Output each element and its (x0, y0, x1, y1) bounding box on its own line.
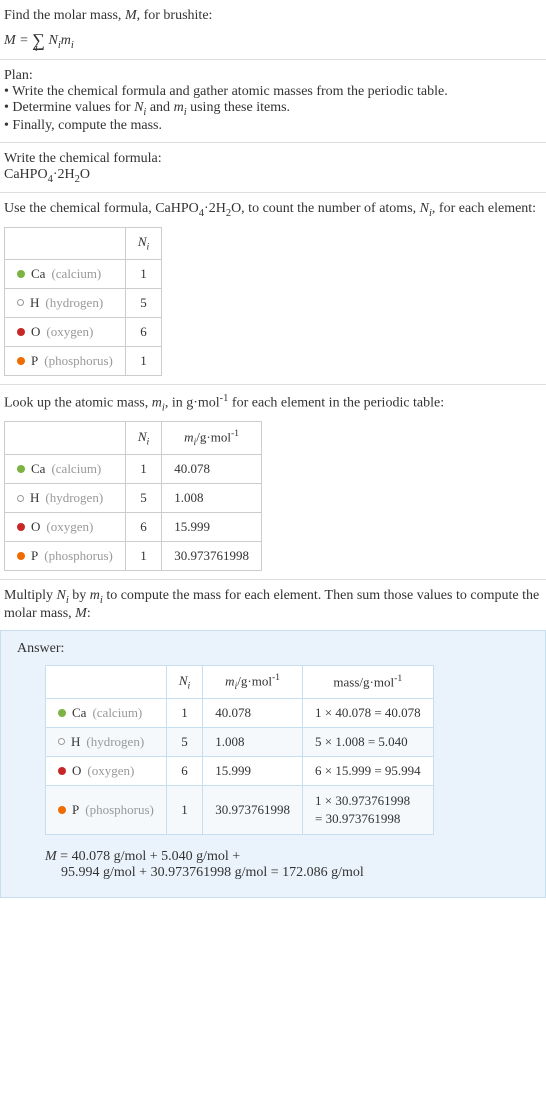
n-value: 5 (125, 288, 161, 317)
atomic-mass-section: Look up the atomic mass, mi, in g·mol-1 … (0, 385, 546, 580)
intro-M: M (125, 8, 137, 23)
n-value: 6 (125, 513, 161, 542)
table-row: H (hydrogen) 5 1.008 5 × 1.008 = 5.040 (46, 727, 434, 756)
dot-icon (17, 270, 25, 278)
element-cell: Ca (calcium) (46, 698, 167, 727)
table-row: O (oxygen) 6 15.999 6 × 15.999 = 95.994 (46, 756, 434, 785)
n-value: 6 (125, 317, 161, 346)
n-value: 1 (166, 698, 202, 727)
plan-heading: Plan: (4, 68, 542, 84)
element-cell: P (phosphorus) (5, 542, 126, 571)
table-header-n: Ni (125, 422, 161, 455)
n-value: 1 (125, 542, 161, 571)
table-header-row: Ni (5, 228, 162, 260)
answer-box: Answer: Ni mi/g·mol-1 mass/g·mol-1 Ca (c… (0, 630, 546, 898)
table-row: H (hydrogen) 5 (5, 288, 162, 317)
multiply-section: Multiply Ni by mi to compute the mass fo… (0, 580, 546, 630)
table-row: P (phosphorus) 1 30.973761998 (5, 542, 262, 571)
table-header-row: Ni mi/g·mol-1 (5, 422, 262, 455)
atomic-mass-table: Ni mi/g·mol-1 Ca (calcium) 1 40.078 H (h… (4, 421, 262, 571)
element-cell: P (phosphorus) (46, 785, 167, 834)
sum-sub: i (35, 43, 38, 54)
m-value: 1.008 (203, 727, 303, 756)
count-atoms-table: Ni Ca (calcium) 1 H (hydrogen) 5 O (oxyg… (4, 227, 162, 376)
table-row: P (phosphorus) 1 30.973761998 1 × 30.973… (46, 785, 434, 834)
dot-icon (17, 523, 25, 531)
plan-bullet-3: • Finally, compute the mass. (4, 118, 542, 134)
dot-icon (58, 806, 66, 814)
element-cell: H (hydrogen) (5, 484, 126, 513)
element-cell: O (oxygen) (5, 317, 126, 346)
intro-section: Find the molar mass, M, for brushite: M … (0, 0, 546, 60)
dot-icon (17, 495, 24, 502)
chemical-formula: CaHPO4·2H2O (4, 167, 542, 185)
table-header-empty (46, 665, 167, 698)
m-value: 40.078 (162, 455, 262, 484)
dot-icon (58, 767, 66, 775)
element-cell: O (oxygen) (5, 513, 126, 542)
plan-bullet-1: • Write the chemical formula and gather … (4, 84, 542, 100)
n-value: 5 (125, 484, 161, 513)
n-value: 1 (125, 346, 161, 375)
table-header-m: mi/g·mol-1 (203, 665, 303, 698)
intro-line: Find the molar mass, M, for brushite: (4, 8, 542, 24)
n-value: 1 (125, 455, 161, 484)
table-header-n: Ni (125, 228, 161, 260)
molar-mass-formula: M = ∑i Nimi (4, 28, 542, 51)
write-formula-heading: Write the chemical formula: (4, 151, 542, 167)
dot-icon (17, 328, 25, 336)
mass-value: 1 × 30.973761998= 30.973761998 (302, 785, 433, 834)
answer-table: Ni mi/g·mol-1 mass/g·mol-1 Ca (calcium) … (45, 665, 434, 835)
table-header-empty (5, 422, 126, 455)
table-row: O (oxygen) 6 (5, 317, 162, 346)
intro-text: Find the molar mass, (4, 8, 125, 23)
element-cell: H (hydrogen) (46, 727, 167, 756)
m-value: 40.078 (203, 698, 303, 727)
element-cell: O (oxygen) (46, 756, 167, 785)
atomic-mass-heading: Look up the atomic mass, mi, in g·mol-1 … (4, 393, 542, 413)
table-header-mass: mass/g·mol-1 (302, 665, 433, 698)
table-header-row: Ni mi/g·mol-1 mass/g·mol-1 (46, 665, 434, 698)
table-row: Ca (calcium) 1 40.078 1 × 40.078 = 40.07… (46, 698, 434, 727)
count-atoms-section: Use the chemical formula, CaHPO4·2H2O, t… (0, 193, 546, 384)
dot-icon (17, 357, 25, 365)
m-value: 15.999 (203, 756, 303, 785)
n-value: 1 (166, 785, 202, 834)
dot-icon (58, 738, 65, 745)
m-value: 1.008 (162, 484, 262, 513)
element-cell: Ca (calcium) (5, 455, 126, 484)
dot-icon (17, 465, 25, 473)
table-row: P (phosphorus) 1 (5, 346, 162, 375)
table-row: Ca (calcium) 1 40.078 (5, 455, 262, 484)
plan-bullet-2: • Determine values for Ni and mi using t… (4, 100, 542, 118)
dot-icon (17, 299, 24, 306)
mass-value: 5 × 1.008 = 5.040 (302, 727, 433, 756)
table-row: O (oxygen) 6 15.999 (5, 513, 262, 542)
mass-value: 1 × 40.078 = 40.078 (302, 698, 433, 727)
intro-text2: , for brushite: (137, 8, 213, 23)
n-value: 1 (125, 259, 161, 288)
count-atoms-heading: Use the chemical formula, CaHPO4·2H2O, t… (4, 201, 542, 219)
element-cell: Ca (calcium) (5, 259, 126, 288)
final-formula: M = 40.078 g/mol + 5.040 g/mol + 95.994 … (45, 849, 529, 881)
dot-icon (17, 552, 25, 560)
table-header-n: Ni (166, 665, 202, 698)
table-header-m: mi/g·mol-1 (162, 422, 262, 455)
write-formula-section: Write the chemical formula: CaHPO4·2H2O (0, 143, 546, 194)
dot-icon (58, 709, 66, 717)
element-cell: H (hydrogen) (5, 288, 126, 317)
m-value: 30.973761998 (203, 785, 303, 834)
n-value: 5 (166, 727, 202, 756)
element-cell: P (phosphorus) (5, 346, 126, 375)
plan-section: Plan: • Write the chemical formula and g… (0, 60, 546, 143)
table-row: Ca (calcium) 1 (5, 259, 162, 288)
m-value: 15.999 (162, 513, 262, 542)
multiply-heading: Multiply Ni by mi to compute the mass fo… (4, 588, 542, 622)
mass-value: 6 × 15.999 = 95.994 (302, 756, 433, 785)
n-value: 6 (166, 756, 202, 785)
table-header-empty (5, 228, 126, 260)
m-value: 30.973761998 (162, 542, 262, 571)
table-row: H (hydrogen) 5 1.008 (5, 484, 262, 513)
answer-label: Answer: (17, 641, 529, 657)
